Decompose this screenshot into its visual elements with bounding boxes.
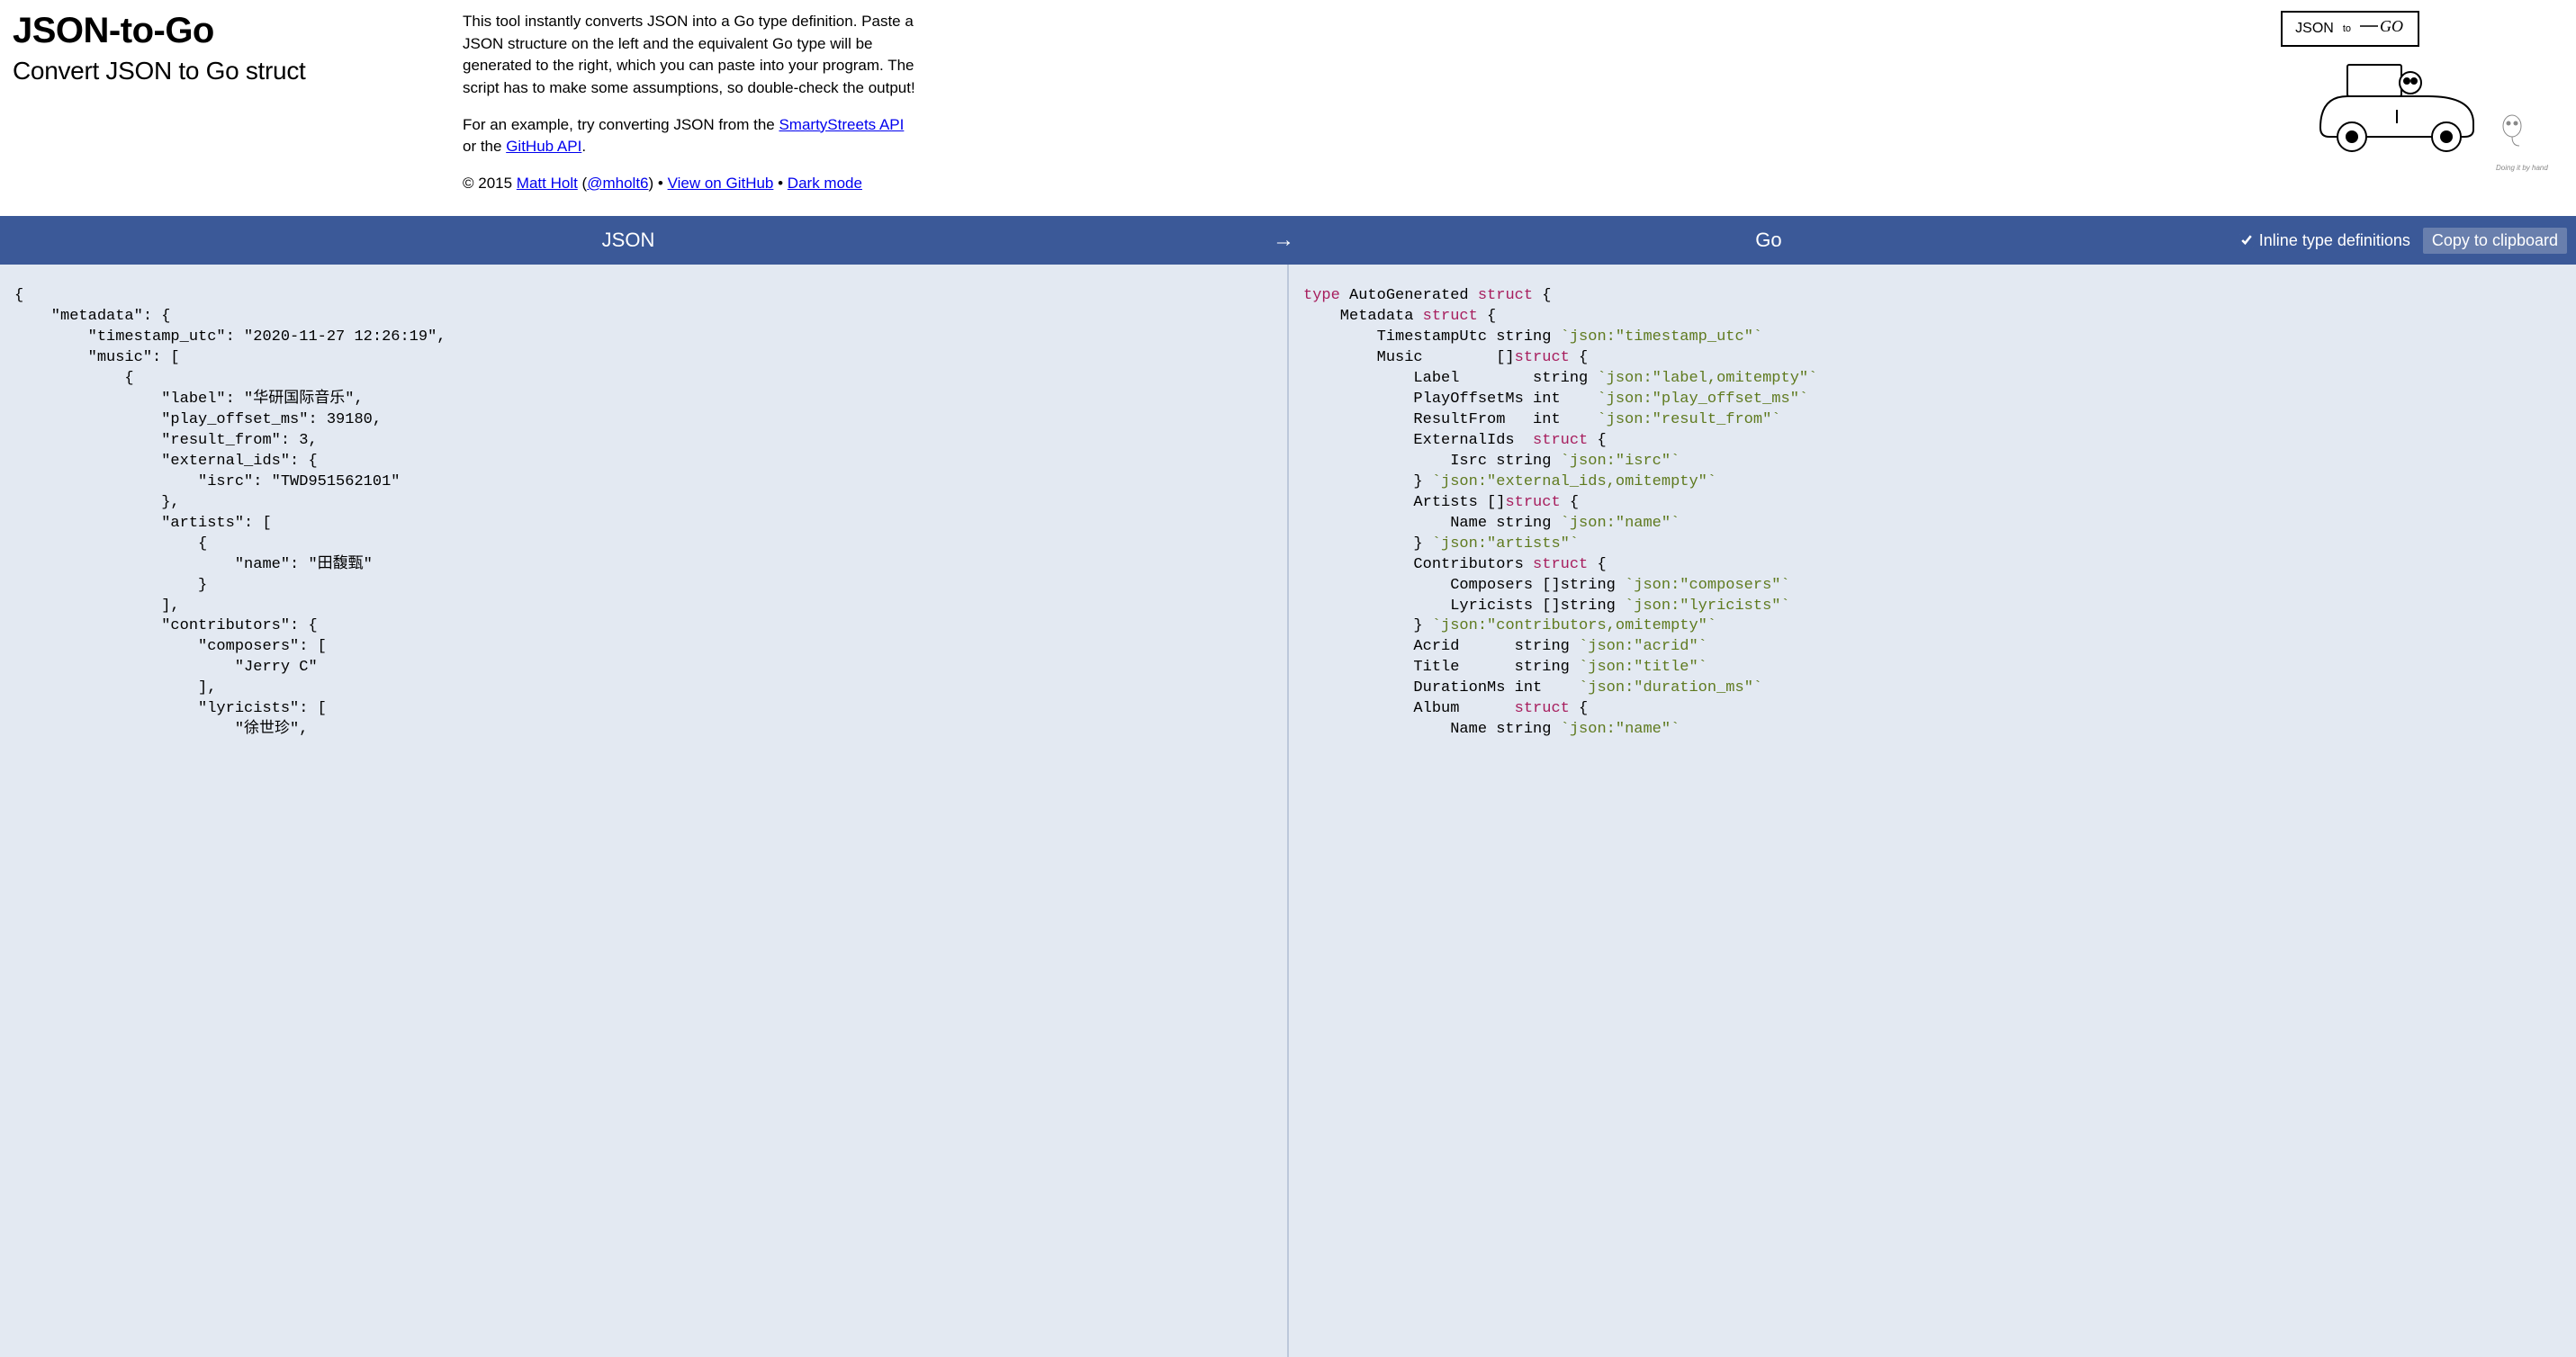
go-text: { — [1533, 287, 1551, 304]
go-kw: struct — [1533, 556, 1588, 573]
twitter-handle-link[interactable]: @mholt6 — [587, 175, 648, 192]
go-text: Lyricists []string — [1303, 598, 1625, 615]
page-subtitle: Convert JSON to Go struct — [13, 57, 445, 85]
inline-types-option[interactable]: Inline type definitions — [2239, 231, 2410, 250]
go-text: ResultFrom int — [1303, 411, 1597, 428]
go-tag: `json:"contributors,omitempty"` — [1432, 617, 1716, 634]
go-tag: `json:"external_ids,omitempty"` — [1432, 473, 1716, 490]
go-text: Metadata — [1303, 308, 1423, 325]
credits-line: © 2015 Matt Holt (@mholt6) • View on Git… — [463, 173, 922, 195]
json-heading: JSON — [0, 229, 1256, 252]
go-text: } — [1303, 535, 1432, 553]
go-text: { — [1570, 700, 1588, 717]
editor-panes: { "metadata": { "timestamp_utc": "2020-1… — [0, 265, 2576, 1357]
go-heading: Go — [1311, 229, 2227, 252]
go-output-pane[interactable]: type AutoGenerated struct { Metadata str… — [1289, 265, 2576, 1357]
page-header: JSON-to-Go Convert JSON to Go struct Thi… — [0, 0, 2576, 216]
go-text: { — [1561, 494, 1579, 511]
go-text: PlayOffsetMs int — [1303, 391, 1597, 408]
logo-json-text: JSON — [2295, 21, 2334, 37]
go-tag: `json:"label,omitempty"` — [1597, 370, 1817, 387]
gopher-car-illustration — [2311, 47, 2482, 159]
go-text: { — [1570, 349, 1588, 366]
go-text: DurationMs int — [1303, 679, 1579, 696]
go-text: Contributors — [1303, 556, 1533, 573]
go-kw: struct — [1478, 287, 1533, 304]
go-text: Artists [] — [1303, 494, 1505, 511]
go-tag: `json:"lyricists"` — [1625, 598, 1790, 615]
dark-mode-link[interactable]: Dark mode — [788, 175, 862, 192]
credits-text: • — [773, 175, 787, 192]
credits-text: ) • — [649, 175, 668, 192]
go-tag: `json:"result_from"` — [1597, 411, 1780, 428]
svg-text:GO: GO — [2380, 17, 2403, 35]
go-tag: `json:"play_offset_ms"` — [1597, 391, 1808, 408]
go-text: Album — [1303, 700, 1515, 717]
go-kw: struct — [1515, 349, 1570, 366]
go-text: Label string — [1303, 370, 1597, 387]
intro-text: or the — [463, 138, 506, 155]
view-on-github-link[interactable]: View on GitHub — [668, 175, 774, 192]
go-text: { — [1478, 308, 1496, 325]
go-text: Name string — [1303, 721, 1561, 738]
arrow-icon: → — [1256, 228, 1311, 253]
go-tag: `json:"name"` — [1561, 515, 1680, 532]
credits-text: ( — [578, 175, 587, 192]
go-text: Isrc string — [1303, 453, 1561, 470]
go-text: AutoGenerated — [1340, 287, 1478, 304]
go-kw: struct — [1515, 700, 1570, 717]
go-tag: `json:"timestamp_utc"` — [1561, 328, 1762, 346]
copy-to-clipboard-button[interactable]: Copy to clipboard — [2423, 228, 2567, 254]
go-tag: `json:"duration_ms"` — [1579, 679, 1762, 696]
go-text: Title string — [1303, 659, 1579, 676]
github-api-link[interactable]: GitHub API — [506, 138, 581, 155]
title-block: JSON-to-Go Convert JSON to Go struct — [13, 11, 445, 209]
logo-box: JSON to GO — [2281, 11, 2419, 47]
go-kw: type — [1303, 287, 1340, 304]
go-text: TimestampUtc string — [1303, 328, 1561, 346]
go-text: Acrid string — [1303, 638, 1579, 655]
credits-prefix: © 2015 — [463, 175, 517, 192]
go-kw: struct — [1505, 494, 1560, 511]
logo-block: JSON to GO — [940, 11, 2563, 209]
go-text: { — [1588, 432, 1606, 449]
inline-types-label: Inline type definitions — [2259, 231, 2410, 250]
conversion-toolbar: JSON → Go Inline type definitions Copy t… — [0, 216, 2576, 265]
go-kw: struct — [1533, 432, 1588, 449]
smartystreets-api-link[interactable]: SmartyStreets API — [779, 116, 904, 133]
author-link[interactable]: Matt Holt — [517, 175, 578, 192]
hand-gopher-illustration: Doing it by hand — [2496, 110, 2559, 172]
go-kw: struct — [1423, 308, 1478, 325]
logo-to-text: to — [2343, 23, 2351, 34]
go-text: Composers []string — [1303, 577, 1625, 594]
go-tag: `json:"isrc"` — [1561, 453, 1680, 470]
go-tag: `json:"composers"` — [1625, 577, 1790, 594]
go-tag: `json:"artists"` — [1432, 535, 1579, 553]
page-title: JSON-to-Go — [13, 11, 445, 51]
go-text: } — [1303, 617, 1432, 634]
intro-text: . — [581, 138, 586, 155]
go-tag: `json:"title"` — [1579, 659, 1707, 676]
intro-paragraph-1: This tool instantly converts JSON into a… — [463, 11, 922, 100]
go-text: } — [1303, 473, 1432, 490]
hand-caption: Doing it by hand — [2496, 164, 2559, 172]
go-tag: `json:"acrid"` — [1579, 638, 1707, 655]
go-tag: `json:"name"` — [1561, 721, 1680, 738]
logo-go-text: GO — [2360, 16, 2405, 41]
intro-paragraph-2: For an example, try converting JSON from… — [463, 114, 922, 158]
intro-block: This tool instantly converts JSON into a… — [463, 11, 922, 209]
go-text: Music [] — [1303, 349, 1515, 366]
inline-types-checkbox[interactable] — [2239, 233, 2254, 247]
go-text: ExternalIds — [1303, 432, 1533, 449]
json-input-pane[interactable]: { "metadata": { "timestamp_utc": "2020-1… — [0, 265, 1289, 1357]
go-text: { — [1588, 556, 1606, 573]
intro-text: For an example, try converting JSON from… — [463, 116, 779, 133]
go-text: Name string — [1303, 515, 1561, 532]
